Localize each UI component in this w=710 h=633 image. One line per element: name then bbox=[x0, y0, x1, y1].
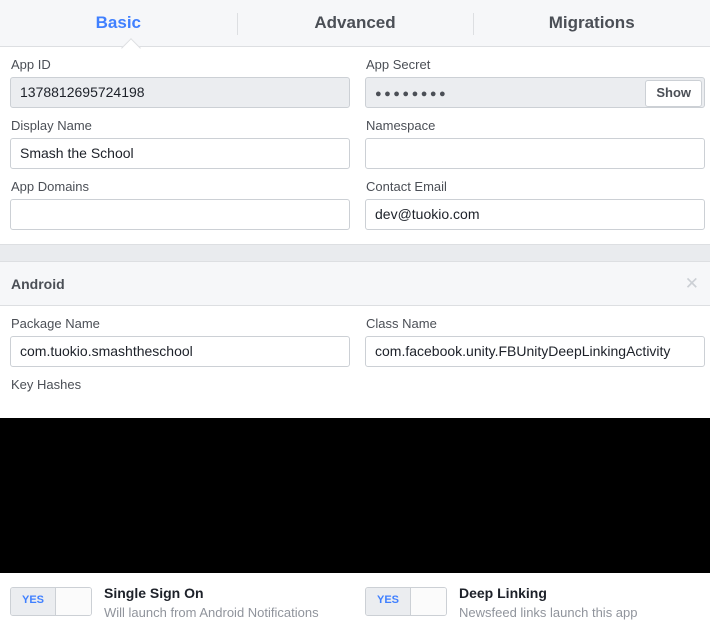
key-hashes-group: Key Hashes bbox=[10, 367, 350, 397]
single-sign-on-subtitle: Will launch from Android Notifications bbox=[104, 605, 319, 620]
app-domains-label: App Domains bbox=[11, 179, 90, 194]
app-id-group: App ID 1378812695724198 bbox=[10, 47, 350, 108]
form-row-credentials: App ID 1378812695724198 App Secret ●●●●●… bbox=[10, 47, 705, 108]
deep-linking-toggle-state: YES bbox=[366, 588, 411, 615]
display-name-label: Display Name bbox=[11, 118, 92, 133]
namespace-group: Namespace bbox=[365, 108, 705, 169]
android-section-header: Android ✕ bbox=[0, 262, 710, 306]
deep-linking-toggle-handle bbox=[411, 588, 446, 615]
single-sign-on-toggle[interactable]: YES bbox=[10, 587, 92, 616]
key-hashes-label: Key Hashes bbox=[11, 377, 82, 392]
single-sign-on-toggle-state: YES bbox=[11, 588, 56, 615]
deep-linking-subtitle: Newsfeed links launch this app bbox=[459, 605, 638, 620]
show-secret-button[interactable]: Show bbox=[645, 80, 702, 107]
form-row-contact: App Domains Contact Email dev@tuokio.com bbox=[10, 169, 705, 230]
deep-linking-toggle[interactable]: YES bbox=[365, 587, 447, 616]
contact-email-label: Contact Email bbox=[366, 179, 447, 194]
namespace-input[interactable] bbox=[365, 138, 705, 169]
contact-email-input[interactable]: dev@tuokio.com bbox=[365, 199, 705, 230]
package-name-input[interactable]: com.tuokio.smashtheschool bbox=[10, 336, 350, 367]
app-secret-input[interactable]: ●●●●●●●● Show bbox=[365, 77, 705, 108]
app-secret-label: App Secret bbox=[366, 57, 431, 72]
section-separator-band bbox=[0, 244, 710, 262]
android-settings-form: Package Name com.tuokio.smashtheschool C… bbox=[0, 306, 710, 397]
app-domains-input[interactable] bbox=[10, 199, 350, 230]
contact-email-group: Contact Email dev@tuokio.com bbox=[365, 169, 705, 230]
deep-linking-text: Deep Linking Newsfeed links launch this … bbox=[459, 583, 638, 622]
form-row-android-names: Package Name com.tuokio.smashtheschool C… bbox=[10, 306, 705, 367]
tab-migrations-label: Migrations bbox=[548, 13, 635, 32]
package-name-group: Package Name com.tuokio.smashtheschool bbox=[10, 306, 350, 367]
app-secret-group: App Secret ●●●●●●●● Show bbox=[365, 47, 705, 108]
app-id-input[interactable]: 1378812695724198 bbox=[10, 77, 350, 108]
app-secret-masked-value: ●●●●●●●● bbox=[375, 88, 449, 100]
basic-settings-form: App ID 1378812695724198 App Secret ●●●●●… bbox=[0, 47, 710, 230]
class-name-group: Class Name com.facebook.unity.FBUnityDee… bbox=[365, 306, 705, 367]
settings-tab-bar: Basic Advanced Migrations bbox=[0, 0, 710, 58]
namespace-label: Namespace bbox=[366, 118, 436, 133]
single-sign-on-toggle-handle bbox=[56, 588, 91, 615]
class-name-label: Class Name bbox=[366, 316, 437, 331]
single-sign-on-title: Single Sign On bbox=[104, 585, 204, 601]
app-domains-group: App Domains bbox=[10, 169, 350, 230]
redacted-region bbox=[0, 418, 710, 573]
form-row-names: Display Name Smash the School Namespace bbox=[10, 108, 705, 169]
android-section-title: Android bbox=[11, 275, 65, 292]
deep-linking-setting: YES Deep Linking Newsfeed links launch t… bbox=[365, 583, 705, 622]
tab-basic-label: Basic bbox=[95, 13, 142, 32]
tab-advanced-label: Advanced bbox=[314, 13, 396, 32]
deep-linking-title: Deep Linking bbox=[459, 585, 547, 601]
class-name-input[interactable]: com.facebook.unity.FBUnityDeepLinkingAct… bbox=[365, 336, 705, 367]
single-sign-on-text: Single Sign On Will launch from Android … bbox=[104, 583, 319, 622]
android-toggle-row: YES Single Sign On Will launch from Andr… bbox=[0, 583, 710, 622]
tab-basic[interactable]: Basic bbox=[0, 0, 237, 46]
tab-advanced[interactable]: Advanced bbox=[236, 0, 474, 46]
tab-migrations[interactable]: Migrations bbox=[473, 0, 710, 46]
package-name-label: Package Name bbox=[11, 316, 100, 331]
display-name-input[interactable]: Smash the School bbox=[10, 138, 350, 169]
app-id-label: App ID bbox=[11, 57, 51, 72]
form-row-key-hashes: Key Hashes bbox=[10, 367, 700, 397]
single-sign-on-setting: YES Single Sign On Will launch from Andr… bbox=[10, 583, 350, 622]
close-icon[interactable]: ✕ bbox=[685, 275, 699, 292]
display-name-group: Display Name Smash the School bbox=[10, 108, 350, 169]
